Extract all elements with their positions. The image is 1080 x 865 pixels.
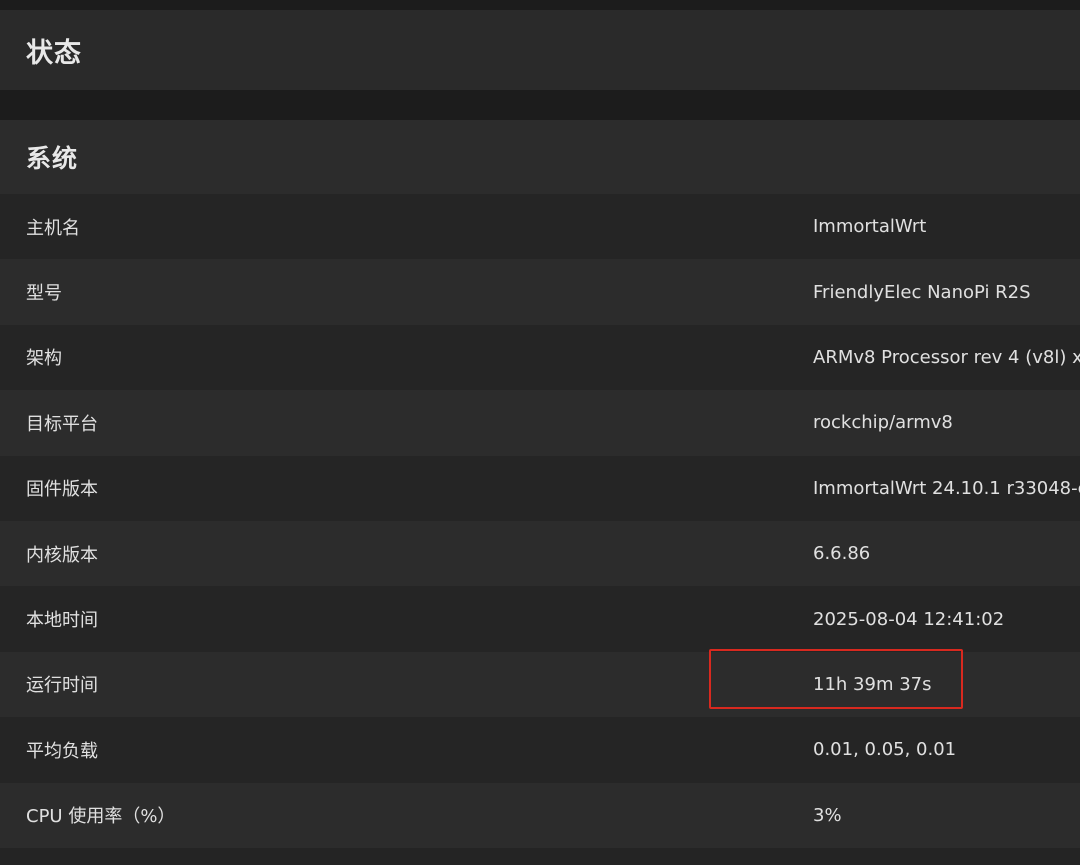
row-label: 平均负载 bbox=[26, 740, 98, 762]
row-value: 2025-08-04 12:41:02 bbox=[813, 608, 1005, 630]
table-row-hostname: 主机名 ImmortalWrt bbox=[0, 194, 1080, 260]
status-title: 状态 bbox=[26, 37, 82, 69]
system-info-table: 主机名 ImmortalWrt 型号 FriendlyElec NanoPi R… bbox=[0, 194, 1080, 848]
row-label: 目标平台 bbox=[26, 413, 98, 435]
table-row-load-average: 平均负载 0.01, 0.05, 0.01 bbox=[0, 717, 1080, 783]
row-value: rockchip/armv8 bbox=[813, 412, 953, 434]
table-row-firmware-version: 固件版本 ImmortalWrt 24.10.1 r33048-cc7 bbox=[0, 455, 1080, 521]
table-row-local-time: 本地时间 2025-08-04 12:41:02 bbox=[0, 586, 1080, 652]
table-row-kernel-version: 内核版本 6.6.86 bbox=[0, 520, 1080, 587]
system-card: 系统 主机名 ImmortalWrt 型号 FriendlyElec NanoP… bbox=[0, 120, 1080, 865]
table-row-uptime: 运行时间 11h 39m 37s bbox=[0, 651, 1080, 718]
row-value: 11h 39m 37s bbox=[813, 673, 932, 695]
row-label: CPU 使用率（%） bbox=[26, 806, 176, 828]
row-label: 型号 bbox=[26, 283, 62, 305]
row-label: 运行时间 bbox=[26, 675, 98, 697]
table-row-architecture: 架构 ARMv8 Processor rev 4 (v8l) x 4 ( bbox=[0, 324, 1080, 391]
section-gap bbox=[0, 90, 1080, 120]
table-row-model: 型号 FriendlyElec NanoPi R2S bbox=[0, 259, 1080, 325]
system-section-header: 系统 bbox=[0, 120, 1080, 194]
row-label: 固件版本 bbox=[26, 479, 98, 501]
row-label: 架构 bbox=[26, 348, 62, 370]
row-label: 本地时间 bbox=[26, 610, 98, 632]
bottom-strip bbox=[0, 848, 1080, 865]
row-value: 6.6.86 bbox=[813, 543, 871, 565]
row-value: ARMv8 Processor rev 4 (v8l) x 4 ( bbox=[813, 346, 1080, 368]
table-row-target-platform: 目标平台 rockchip/armv8 bbox=[0, 390, 1080, 456]
status-section-header: 状态 bbox=[0, 10, 1080, 90]
top-strip bbox=[0, 0, 1080, 10]
row-value: 0.01, 0.05, 0.01 bbox=[813, 739, 957, 761]
row-value: FriendlyElec NanoPi R2S bbox=[813, 281, 1031, 303]
row-label: 主机名 bbox=[26, 217, 80, 239]
row-value: ImmortalWrt 24.10.1 r33048-cc7 bbox=[813, 477, 1080, 499]
system-title: 系统 bbox=[26, 144, 79, 173]
row-label: 内核版本 bbox=[26, 544, 98, 566]
table-row-cpu-usage: CPU 使用率（%） 3% bbox=[0, 782, 1080, 848]
row-value: 3% bbox=[813, 804, 842, 826]
row-value: ImmortalWrt bbox=[813, 216, 927, 238]
